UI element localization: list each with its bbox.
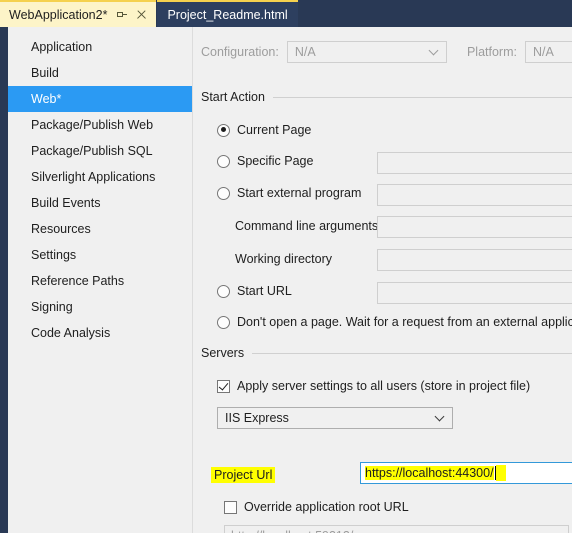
start-url-input[interactable] — [377, 282, 572, 304]
radio-start-external-program[interactable]: Start external program — [217, 186, 361, 200]
checkbox-label: Apply server settings to all users (stor… — [237, 379, 531, 393]
checkbox-icon — [224, 500, 237, 514]
sidebar-item-package-publish-web[interactable]: Package/Publish Web — [8, 112, 192, 138]
sidebar-item-label: Signing — [31, 300, 73, 314]
tab-webapplication2[interactable]: WebApplication2* — [0, 0, 157, 27]
radio-label: Don't open a page. Wait for a request fr… — [237, 315, 572, 329]
tab-label: Project_Readme.html — [167, 7, 288, 22]
radio-dont-open-page[interactable]: Don't open a page. Wait for a request fr… — [217, 315, 572, 329]
sidebar-item-label: Resources — [31, 222, 91, 236]
radio-label: Specific Page — [237, 154, 314, 168]
sidebar-item-label: Reference Paths — [31, 274, 125, 288]
pin-icon[interactable] — [113, 4, 128, 26]
checkbox-override-root-url[interactable]: Override application root URL — [224, 500, 409, 514]
properties-sidebar: Application Build Web* Package/Publish W… — [8, 27, 214, 533]
start-action-group-header: Start Action — [201, 90, 572, 104]
platform-value: N/A — [532, 45, 554, 59]
group-divider — [252, 352, 572, 354]
sidebar-item-settings[interactable]: Settings — [8, 242, 192, 268]
server-select-value: IIS Express — [225, 411, 289, 425]
override-root-url-value: http://localhost:59212/ — [231, 529, 353, 533]
sidebar-item-label: Code Analysis — [31, 326, 111, 340]
sidebar-item-package-publish-sql[interactable]: Package/Publish SQL — [8, 138, 192, 164]
radio-label: Start URL — [237, 284, 292, 298]
radio-start-url[interactable]: Start URL — [217, 284, 292, 298]
sidebar-item-label: Silverlight Applications — [31, 170, 156, 184]
close-icon[interactable] — [134, 4, 149, 26]
project-url-value: https://localhost:44300/ — [365, 466, 494, 480]
external-program-input[interactable] — [377, 184, 572, 206]
checkbox-label: Override application root URL — [244, 500, 409, 514]
chevron-down-icon — [430, 47, 438, 55]
radio-specific-page[interactable]: Specific Page — [217, 154, 313, 168]
chevron-down-icon — [436, 413, 444, 421]
checkbox-apply-server-settings[interactable]: Apply server settings to all users (stor… — [217, 379, 530, 393]
radio-label: Start external program — [237, 186, 362, 200]
radio-icon — [217, 123, 230, 137]
sidebar-item-code-analysis[interactable]: Code Analysis — [8, 320, 192, 346]
sidebar-item-label: Package/Publish Web — [31, 118, 154, 132]
sidebar-item-build-events[interactable]: Build Events — [8, 190, 192, 216]
working-directory-input[interactable] — [377, 249, 572, 271]
platform-label: Platform: — [466, 45, 517, 59]
sidebar-item-signing[interactable]: Signing — [8, 294, 192, 320]
sidebar-item-build[interactable]: Build — [8, 60, 192, 86]
tab-strip: WebApplication2* Project_Readme.html — [0, 0, 572, 27]
configuration-select[interactable]: N/A — [286, 41, 447, 63]
radio-icon — [217, 154, 230, 168]
radio-current-page[interactable]: Current Page — [217, 123, 311, 137]
sidebar-item-application[interactable]: Application — [8, 34, 192, 60]
sidebar-item-resources[interactable]: Resources — [8, 216, 192, 242]
specific-page-input[interactable] — [377, 152, 572, 174]
configuration-label: Configuration: — [201, 45, 279, 59]
command-line-arguments-label: Command line arguments — [235, 219, 379, 233]
project-url-highlight-tail — [495, 465, 506, 481]
start-action-group-label: Start Action — [201, 90, 265, 104]
platform-select[interactable]: N/A — [524, 41, 572, 63]
servers-group-header: Servers — [201, 346, 572, 360]
radio-icon — [217, 315, 230, 329]
tab-project-readme[interactable]: Project_Readme.html — [157, 0, 298, 27]
tab-label: WebApplication2* — [9, 7, 108, 22]
sidebar-item-label: Build — [31, 66, 59, 80]
sidebar-item-web[interactable]: Web* — [8, 86, 214, 112]
checkbox-icon — [217, 379, 230, 393]
sidebar-item-label: Settings — [31, 248, 77, 262]
configuration-value: N/A — [294, 45, 316, 59]
radio-icon — [217, 284, 230, 298]
configuration-row: Configuration: N/A Platform: N/A — [201, 40, 572, 64]
servers-group-label: Servers — [201, 346, 245, 360]
radio-icon — [217, 186, 230, 200]
sidebar-item-label: Package/Publish SQL — [31, 144, 153, 158]
sidebar-item-label: Application — [31, 40, 93, 54]
sidebar-item-label: Build Events — [31, 196, 101, 210]
project-url-input[interactable]: https://localhost:44300/ — [360, 462, 572, 484]
override-root-url-input[interactable]: http://localhost:59212/ — [224, 525, 569, 533]
group-divider — [272, 96, 572, 98]
sidebar-item-reference-paths[interactable]: Reference Paths — [8, 268, 192, 294]
window-left-edge — [0, 27, 8, 533]
command-line-arguments-input[interactable] — [377, 216, 572, 238]
radio-label: Current Page — [237, 123, 312, 137]
working-directory-label: Working directory — [235, 252, 333, 266]
sidebar-item-silverlight-applications[interactable]: Silverlight Applications — [8, 164, 192, 190]
sidebar-item-label: Web* — [31, 92, 62, 106]
web-properties-pane: Configuration: N/A Platform: N/A Start A… — [193, 27, 572, 533]
project-url-label: Project Url — [211, 467, 276, 483]
server-select[interactable]: IIS Express — [217, 407, 453, 429]
